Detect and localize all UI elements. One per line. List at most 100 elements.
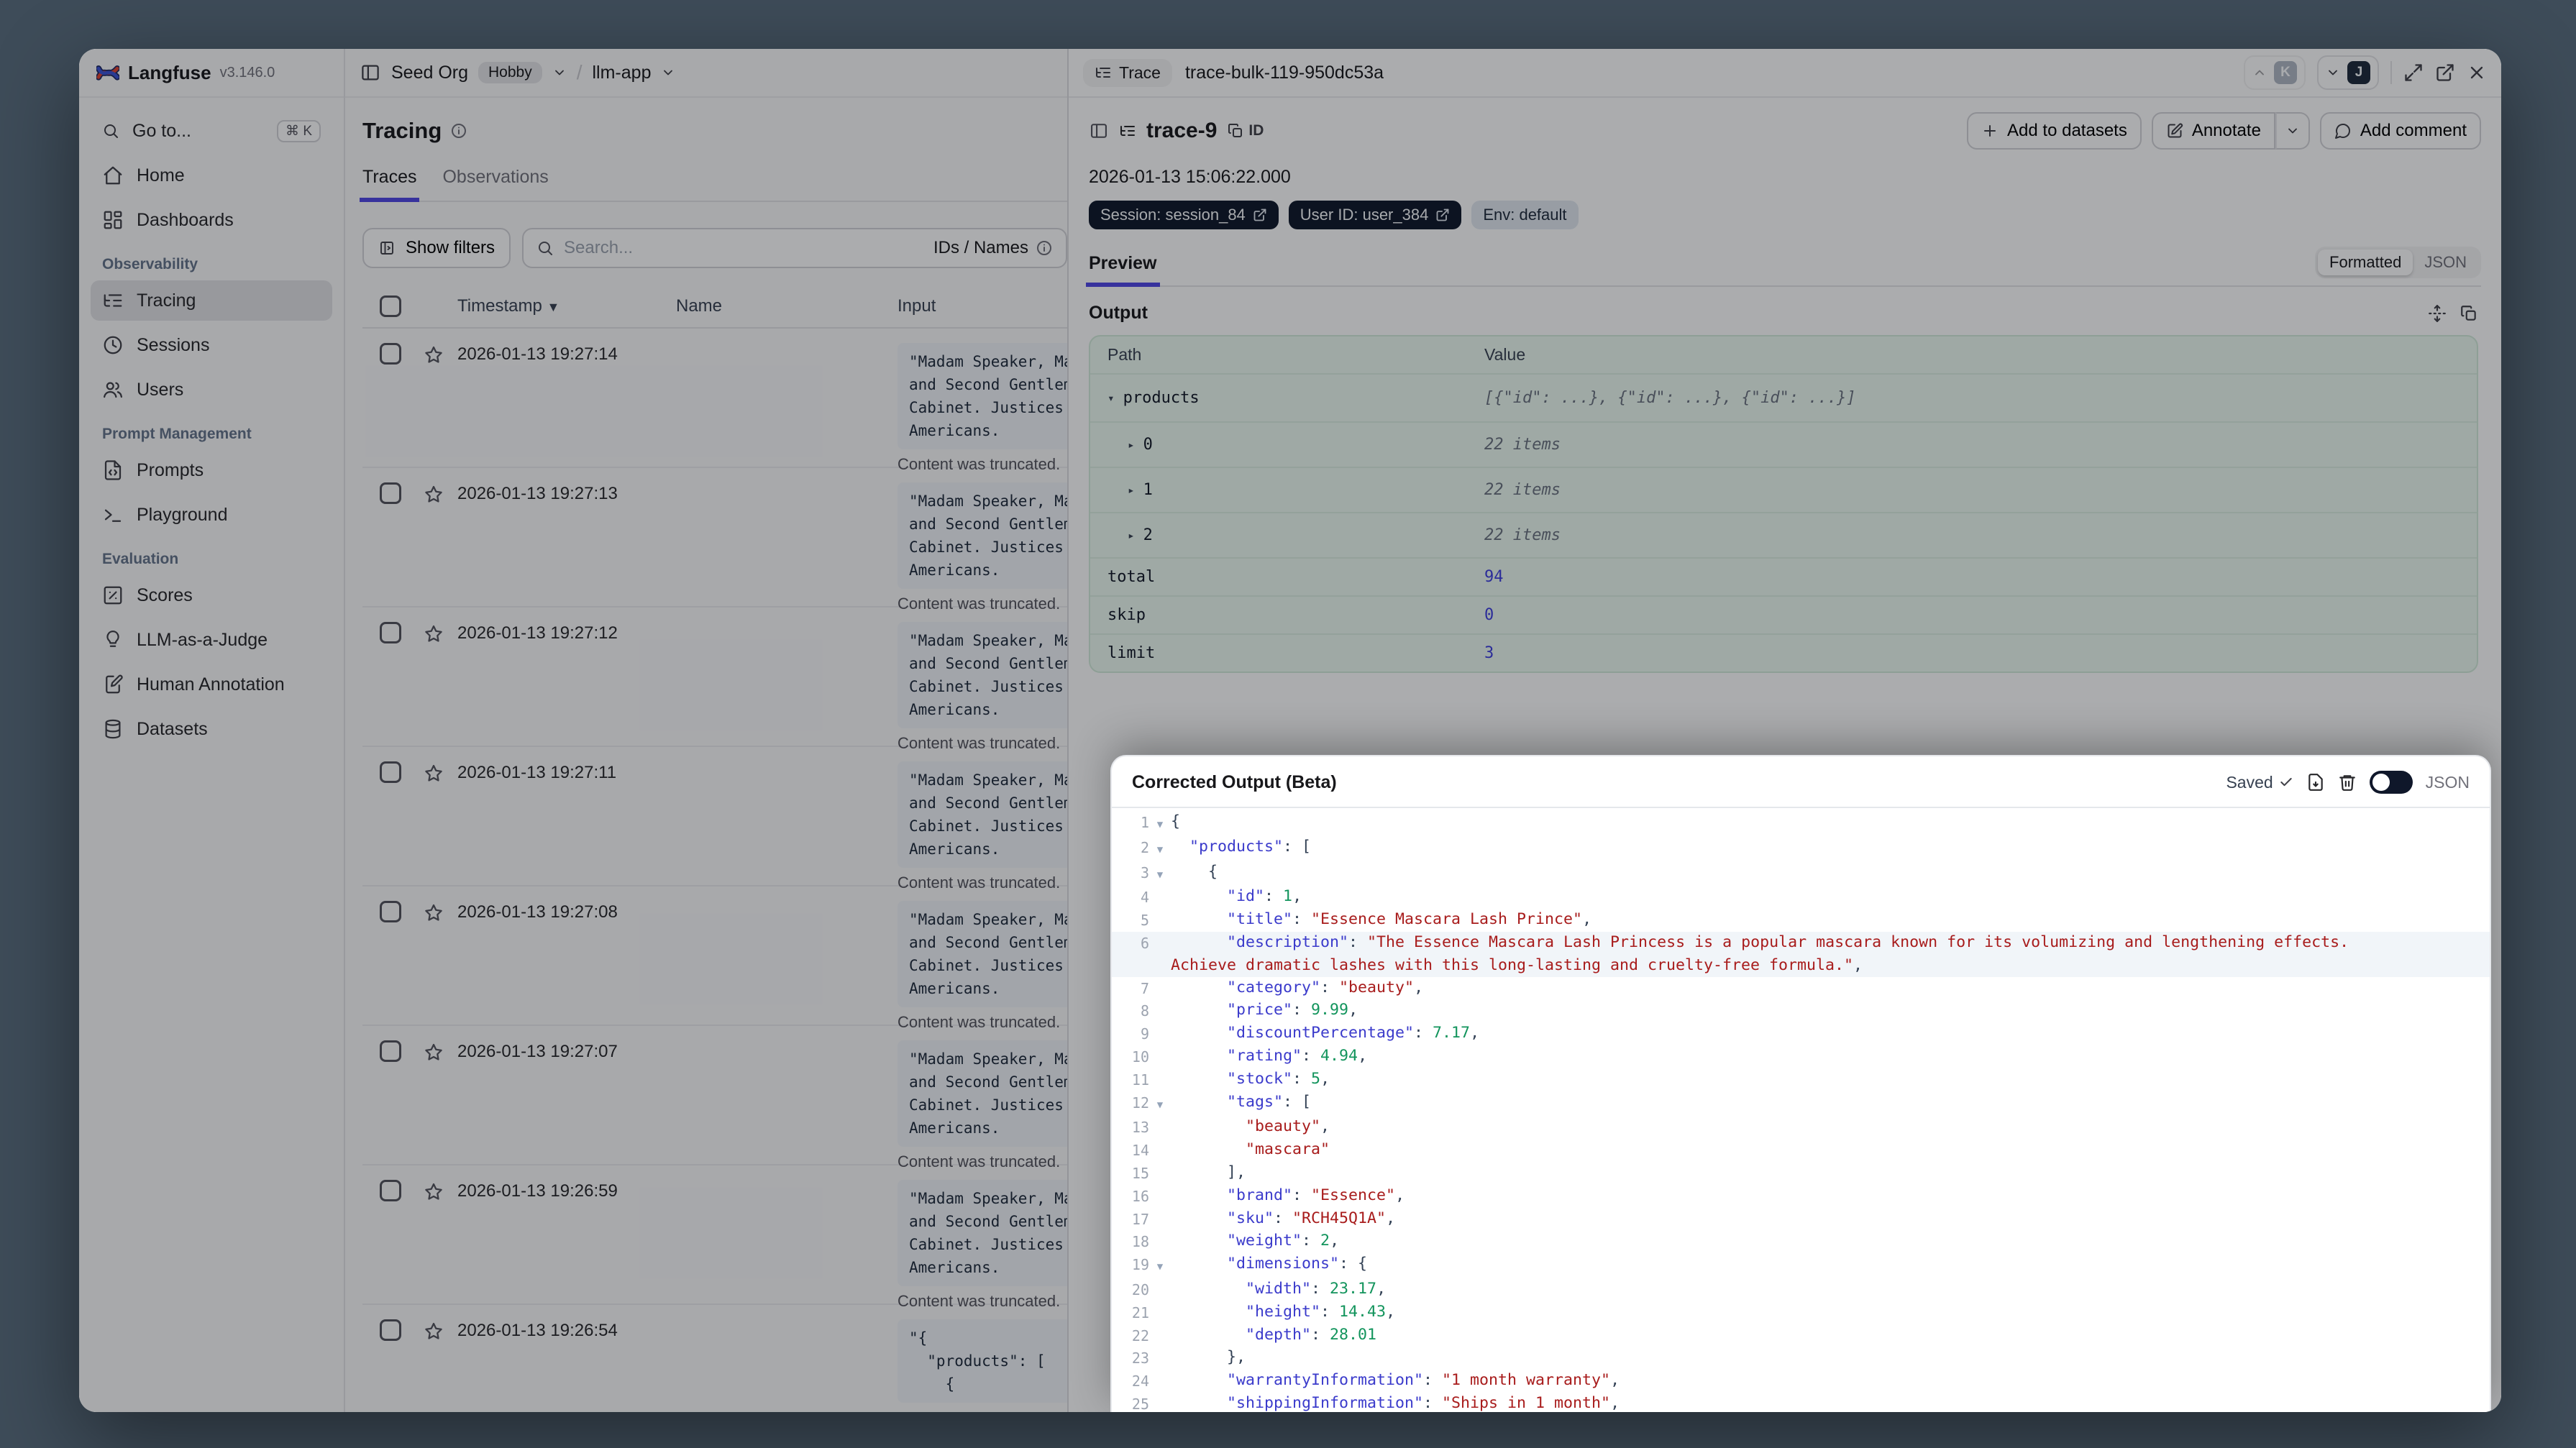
unfold-vertical-icon[interactable] xyxy=(2428,304,2447,323)
code-line[interactable]: 20 "width": 23.17, xyxy=(1112,1278,2490,1301)
code-line[interactable]: 16 "brand": "Essence", xyxy=(1112,1185,2490,1208)
session-badge[interactable]: Session: session_84 xyxy=(1089,201,1279,229)
fold-chevron-icon[interactable]: ▼ xyxy=(1149,1091,1171,1117)
trace-table-row[interactable]: 2026-01-13 19:26:59 "Madam Speaker, Ma an… xyxy=(362,1165,1067,1310)
annotate-dropdown-button[interactable] xyxy=(2275,112,2310,150)
code-line[interactable]: 2 ▼ "products": [ xyxy=(1112,836,2490,861)
tab-preview[interactable]: Preview xyxy=(1085,253,1161,286)
user-badge[interactable]: User ID: user_384 xyxy=(1288,201,1462,229)
search-box[interactable]: IDs / Names xyxy=(522,228,1067,268)
expand-icon[interactable] xyxy=(2403,63,2424,83)
sidebar-item-llm-as-a-judge[interactable]: LLM-as-a-Judge xyxy=(91,620,332,660)
trace-table-row[interactable]: 2026-01-13 19:27:14 "Madam Speaker, Ma an… xyxy=(362,329,1067,473)
sidebar-item-prompts[interactable]: Prompts xyxy=(91,450,332,490)
copy-icon[interactable] xyxy=(2459,304,2478,323)
output-row-0[interactable]: ▸ 0 22 items xyxy=(1090,423,2477,468)
sidebar-toggle-icon[interactable] xyxy=(360,62,381,83)
fold-chevron-icon[interactable]: ▼ xyxy=(1149,1253,1171,1278)
column-name[interactable]: Name xyxy=(676,296,898,316)
row-checkbox[interactable] xyxy=(380,482,401,504)
row-checkbox[interactable] xyxy=(380,761,401,783)
code-line[interactable]: 12 ▼ "tags": [ xyxy=(1112,1091,2490,1117)
output-row-2[interactable]: ▸ 2 22 items xyxy=(1090,513,2477,559)
fold-chevron-icon[interactable]: ▼ xyxy=(1149,811,1171,836)
code-line[interactable]: 6 "description": "The Essence Mascara La… xyxy=(1112,931,2490,955)
goto-search[interactable]: Go to... ⌘ K xyxy=(91,111,332,151)
search-input[interactable] xyxy=(564,238,923,258)
org-name[interactable]: Seed Org xyxy=(391,63,468,83)
trace-table-row[interactable]: 2026-01-13 19:26:54 "{ "products": [ { xyxy=(362,1305,1067,1412)
add-comment-button[interactable]: Add comment xyxy=(2319,112,2481,150)
sidebar-item-dashboards[interactable]: Dashboards xyxy=(91,200,332,240)
add-to-datasets-button[interactable]: Add to datasets xyxy=(1967,112,2142,150)
copy-id-button[interactable]: ID xyxy=(1227,122,1264,139)
code-line[interactable]: 18 "weight": 2, xyxy=(1112,1230,2490,1253)
json-editor[interactable]: 1 ▼{2 ▼ "products": [3 ▼ {4 "id": 1, 5 "titl… xyxy=(1112,807,2490,1412)
chevron-down-icon[interactable] xyxy=(552,65,567,80)
annotate-button[interactable]: Annotate xyxy=(2151,112,2275,150)
project-name[interactable]: llm-app xyxy=(593,63,652,83)
code-line[interactable]: 11 "stock": 5, xyxy=(1112,1068,2490,1091)
trash-icon[interactable] xyxy=(2338,773,2357,792)
format-formatted[interactable]: Formatted xyxy=(2318,249,2413,275)
trace-table-row[interactable]: 2026-01-13 19:27:13 "Madam Speaker, Ma an… xyxy=(362,468,1067,613)
trace-table-row[interactable]: 2026-01-13 19:27:12 "Madam Speaker, Ma an… xyxy=(362,608,1067,752)
save-file-icon[interactable] xyxy=(2306,773,2325,792)
search-scope[interactable]: IDs / Names xyxy=(933,238,1053,258)
star-icon[interactable] xyxy=(423,344,444,366)
prev-trace-button[interactable]: K xyxy=(2244,55,2306,90)
sidebar-item-tracing[interactable]: Tracing xyxy=(91,280,332,321)
sidebar-item-sessions[interactable]: Sessions xyxy=(91,325,332,365)
fold-chevron-icon[interactable]: ▼ xyxy=(1149,836,1171,861)
json-toggle[interactable] xyxy=(2369,771,2413,794)
star-icon[interactable] xyxy=(423,1042,444,1063)
collapse-panel-icon[interactable] xyxy=(1089,121,1109,141)
sidebar-item-users[interactable]: Users xyxy=(91,370,332,410)
code-line[interactable]: 24 "warrantyInformation": "1 month warra… xyxy=(1112,1370,2490,1393)
row-checkbox[interactable] xyxy=(380,901,401,922)
output-row-products[interactable]: ▾ products [{"id": ...}, {"id": ...}, {"id… xyxy=(1090,375,2477,423)
code-line[interactable]: 23 }, xyxy=(1112,1347,2490,1370)
code-line[interactable]: 4 "id": 1, xyxy=(1112,886,2490,909)
trace-table-row[interactable]: 2026-01-13 19:27:08 "Madam Speaker, Ma an… xyxy=(362,886,1067,1031)
sidebar-item-playground[interactable]: Playground xyxy=(91,495,332,535)
code-line[interactable]: 1 ▼{ xyxy=(1112,811,2490,836)
code-line[interactable]: 22 "depth": 28.01 xyxy=(1112,1324,2490,1347)
output-row-1[interactable]: ▸ 1 22 items xyxy=(1090,468,2477,513)
format-json[interactable]: JSON xyxy=(2413,249,2478,275)
next-trace-button[interactable]: J xyxy=(2317,55,2379,90)
code-line[interactable]: 19 ▼ "dimensions": { xyxy=(1112,1253,2490,1278)
star-icon[interactable] xyxy=(423,484,444,505)
star-icon[interactable] xyxy=(423,623,444,645)
code-line[interactable]: 3 ▼ { xyxy=(1112,861,2490,886)
sidebar-item-home[interactable]: Home xyxy=(91,155,332,196)
code-line[interactable]: 14 "mascara" xyxy=(1112,1139,2490,1162)
trace-table-row[interactable]: 2026-01-13 19:27:11 "Madam Speaker, Ma an… xyxy=(362,747,1067,892)
select-all-checkbox[interactable] xyxy=(380,295,401,317)
chevron-down-icon[interactable] xyxy=(661,65,675,80)
code-line[interactable]: 5 "title": "Essence Mascara Lash Prince"… xyxy=(1112,909,2490,932)
show-filters-button[interactable]: Show filters xyxy=(362,228,511,268)
star-icon[interactable] xyxy=(423,763,444,784)
sidebar-item-human-annotation[interactable]: Human Annotation xyxy=(91,664,332,705)
code-line[interactable]: 21 "height": 14.43, xyxy=(1112,1301,2490,1324)
star-icon[interactable] xyxy=(423,1181,444,1203)
code-line[interactable]: Achieve dramatic lashes with this long-l… xyxy=(1112,954,2490,977)
row-checkbox[interactable] xyxy=(380,343,401,365)
code-line[interactable]: 8 "price": 9.99, xyxy=(1112,999,2490,1022)
code-line[interactable]: 9 "discountPercentage": 7.17, xyxy=(1112,1022,2490,1045)
row-checkbox[interactable] xyxy=(380,1319,401,1341)
fold-chevron-icon[interactable]: ▼ xyxy=(1149,861,1171,886)
trace-table-row[interactable]: 2026-01-13 19:27:07 "Madam Speaker, Ma an… xyxy=(362,1026,1067,1170)
close-icon[interactable] xyxy=(2467,63,2487,83)
code-line[interactable]: 25 "shippingInformation": "Ships in 1 mo… xyxy=(1112,1393,2490,1412)
row-checkbox[interactable] xyxy=(380,1180,401,1201)
row-checkbox[interactable] xyxy=(380,622,401,643)
info-icon[interactable] xyxy=(450,122,467,139)
code-line[interactable]: 15 ], xyxy=(1112,1162,2490,1185)
sidebar-item-datasets[interactable]: Datasets xyxy=(91,709,332,749)
sidebar-item-scores[interactable]: Scores xyxy=(91,575,332,615)
tab-traces[interactable]: Traces xyxy=(360,167,419,201)
row-checkbox[interactable] xyxy=(380,1040,401,1062)
column-timestamp[interactable]: Timestamp ▼ xyxy=(457,296,676,316)
